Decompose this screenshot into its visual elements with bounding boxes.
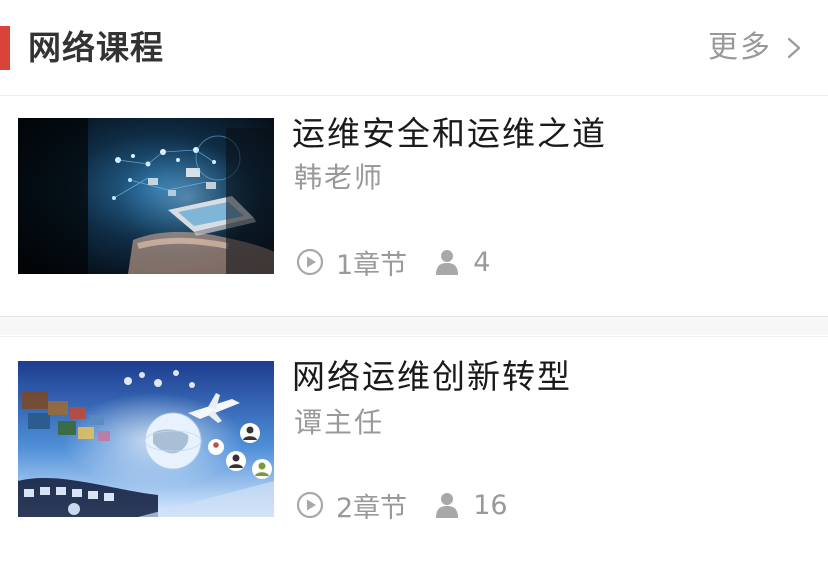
course-title[interactable]: 运维安全和运维之道 <box>292 114 607 154</box>
teacher-name: 韩老师 <box>294 161 385 194</box>
user-icon <box>436 250 459 275</box>
course-meta: 2章节 16 <box>296 487 508 524</box>
chevron-right-icon[interactable] <box>786 36 802 60</box>
teacher-name: 谭主任 <box>294 406 385 439</box>
learner-count: 16 <box>473 489 508 521</box>
course-thumbnail[interactable] <box>18 118 274 274</box>
accent-bar <box>0 26 10 70</box>
user-icon <box>436 493 459 518</box>
course-meta: 1章节 4 <box>296 244 491 281</box>
course-card[interactable]: 网络运维创新转型 谭主任 2章节 16 <box>0 336 828 561</box>
more-label[interactable]: 更多 <box>708 26 772 70</box>
chapter-count: 2章节 <box>336 492 408 524</box>
more-link[interactable]: 更多 <box>708 26 802 70</box>
section-header: 网络课程 更多 <box>0 0 828 96</box>
course-title[interactable]: 网络运维创新转型 <box>292 357 572 397</box>
media-globe-image <box>18 361 274 517</box>
play-circle-icon <box>296 248 324 276</box>
card-divider <box>0 317 828 335</box>
chapter-count: 1章节 <box>336 249 408 281</box>
network-hand-image <box>18 118 274 274</box>
play-circle-icon <box>296 491 324 519</box>
course-thumbnail[interactable] <box>18 361 274 517</box>
learner-count: 4 <box>473 246 491 278</box>
section-title: 网络课程 <box>28 28 164 67</box>
course-card[interactable]: 运维安全和运维之道 韩老师 1章节 4 <box>0 96 828 317</box>
